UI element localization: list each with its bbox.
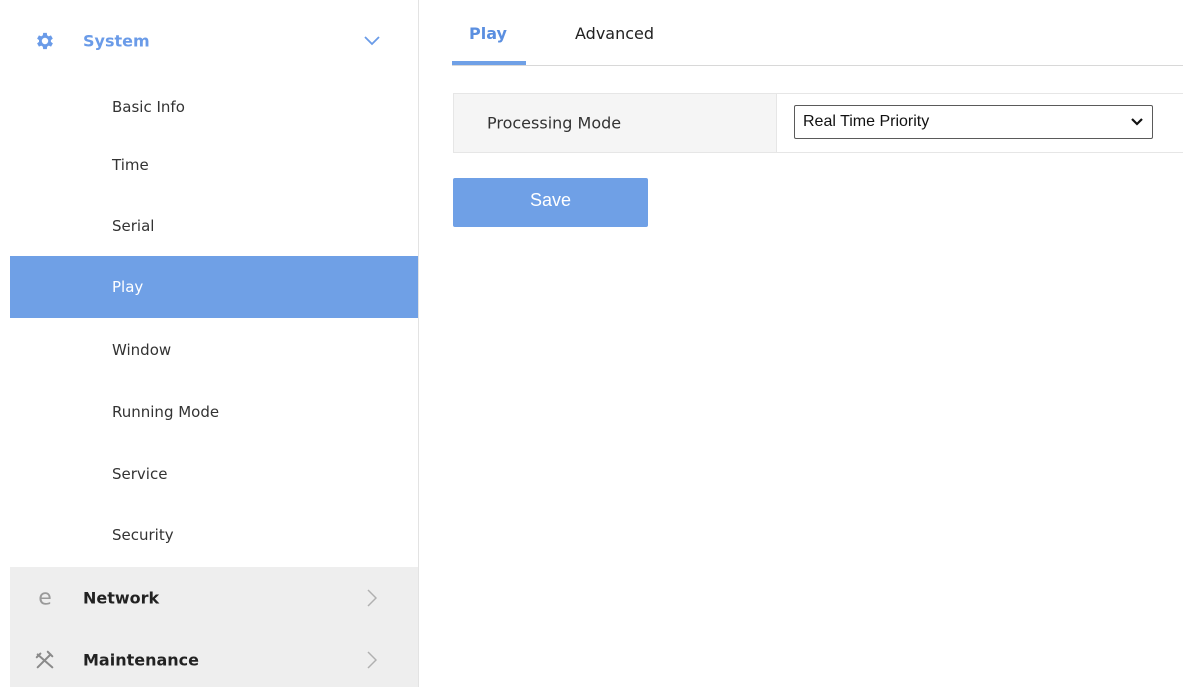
sidebar-item-basic-info[interactable]: Basic Info bbox=[10, 76, 418, 138]
processing-mode-label: Processing Mode bbox=[487, 113, 622, 133]
sidebar-item-label: Serial bbox=[112, 217, 155, 235]
sidebar-item-label: Basic Info bbox=[112, 98, 185, 116]
sidebar-item-label: Running Mode bbox=[112, 403, 220, 421]
sidebar: System Basic Info Time Serial Play Windo… bbox=[10, 0, 418, 687]
chevron-right-icon bbox=[362, 588, 382, 608]
sidebar-item-play[interactable]: Play bbox=[10, 256, 418, 318]
chevron-down-icon bbox=[362, 31, 382, 51]
processing-mode-select[interactable]: Real Time Priority bbox=[794, 105, 1153, 139]
sidebar-item-label: Window bbox=[112, 341, 172, 359]
ie-e-icon: e bbox=[34, 587, 56, 609]
sidebar-item-label: Play bbox=[112, 278, 144, 296]
sidebar-item-serial[interactable]: Serial bbox=[10, 195, 418, 257]
chevron-down-icon bbox=[1130, 115, 1144, 129]
chevron-right-icon bbox=[362, 650, 382, 670]
form-value-cell: Real Time Priority bbox=[777, 94, 1183, 152]
sidebar-group-label: Maintenance bbox=[83, 650, 200, 670]
gear-icon bbox=[34, 30, 56, 52]
app-root: System Basic Info Time Serial Play Windo… bbox=[0, 0, 1183, 687]
active-tab-indicator bbox=[452, 61, 526, 65]
sidebar-item-label: Time bbox=[112, 156, 149, 174]
sidebar-group-label: Network bbox=[83, 588, 160, 608]
sidebar-group-label: System bbox=[83, 31, 150, 51]
processing-mode-selected-value: Real Time Priority bbox=[803, 113, 930, 130]
svg-text:e: e bbox=[38, 587, 52, 609]
sidebar-group-network[interactable]: e Network bbox=[10, 567, 418, 629]
settings-form-row: Processing Mode Real Time Priority bbox=[453, 93, 1183, 153]
tab-play[interactable]: Play bbox=[469, 24, 507, 43]
tab-bar: Play Advanced bbox=[452, 0, 1183, 66]
tab-advanced[interactable]: Advanced bbox=[575, 24, 654, 43]
sidebar-item-service[interactable]: Service bbox=[10, 443, 418, 505]
sidebar-divider bbox=[418, 0, 419, 687]
sidebar-item-security[interactable]: Security bbox=[10, 504, 418, 566]
sidebar-item-time[interactable]: Time bbox=[10, 134, 418, 196]
form-label-cell: Processing Mode bbox=[454, 94, 777, 152]
sidebar-item-label: Service bbox=[112, 465, 168, 483]
sidebar-group-system[interactable]: System bbox=[10, 10, 418, 72]
sidebar-item-window[interactable]: Window bbox=[10, 319, 418, 381]
sidebar-group-maintenance[interactable]: Maintenance bbox=[10, 629, 418, 687]
sidebar-item-label: Security bbox=[112, 526, 174, 544]
tools-icon bbox=[34, 649, 56, 671]
sidebar-item-running-mode[interactable]: Running Mode bbox=[10, 381, 418, 443]
save-button[interactable]: Save bbox=[453, 178, 648, 227]
